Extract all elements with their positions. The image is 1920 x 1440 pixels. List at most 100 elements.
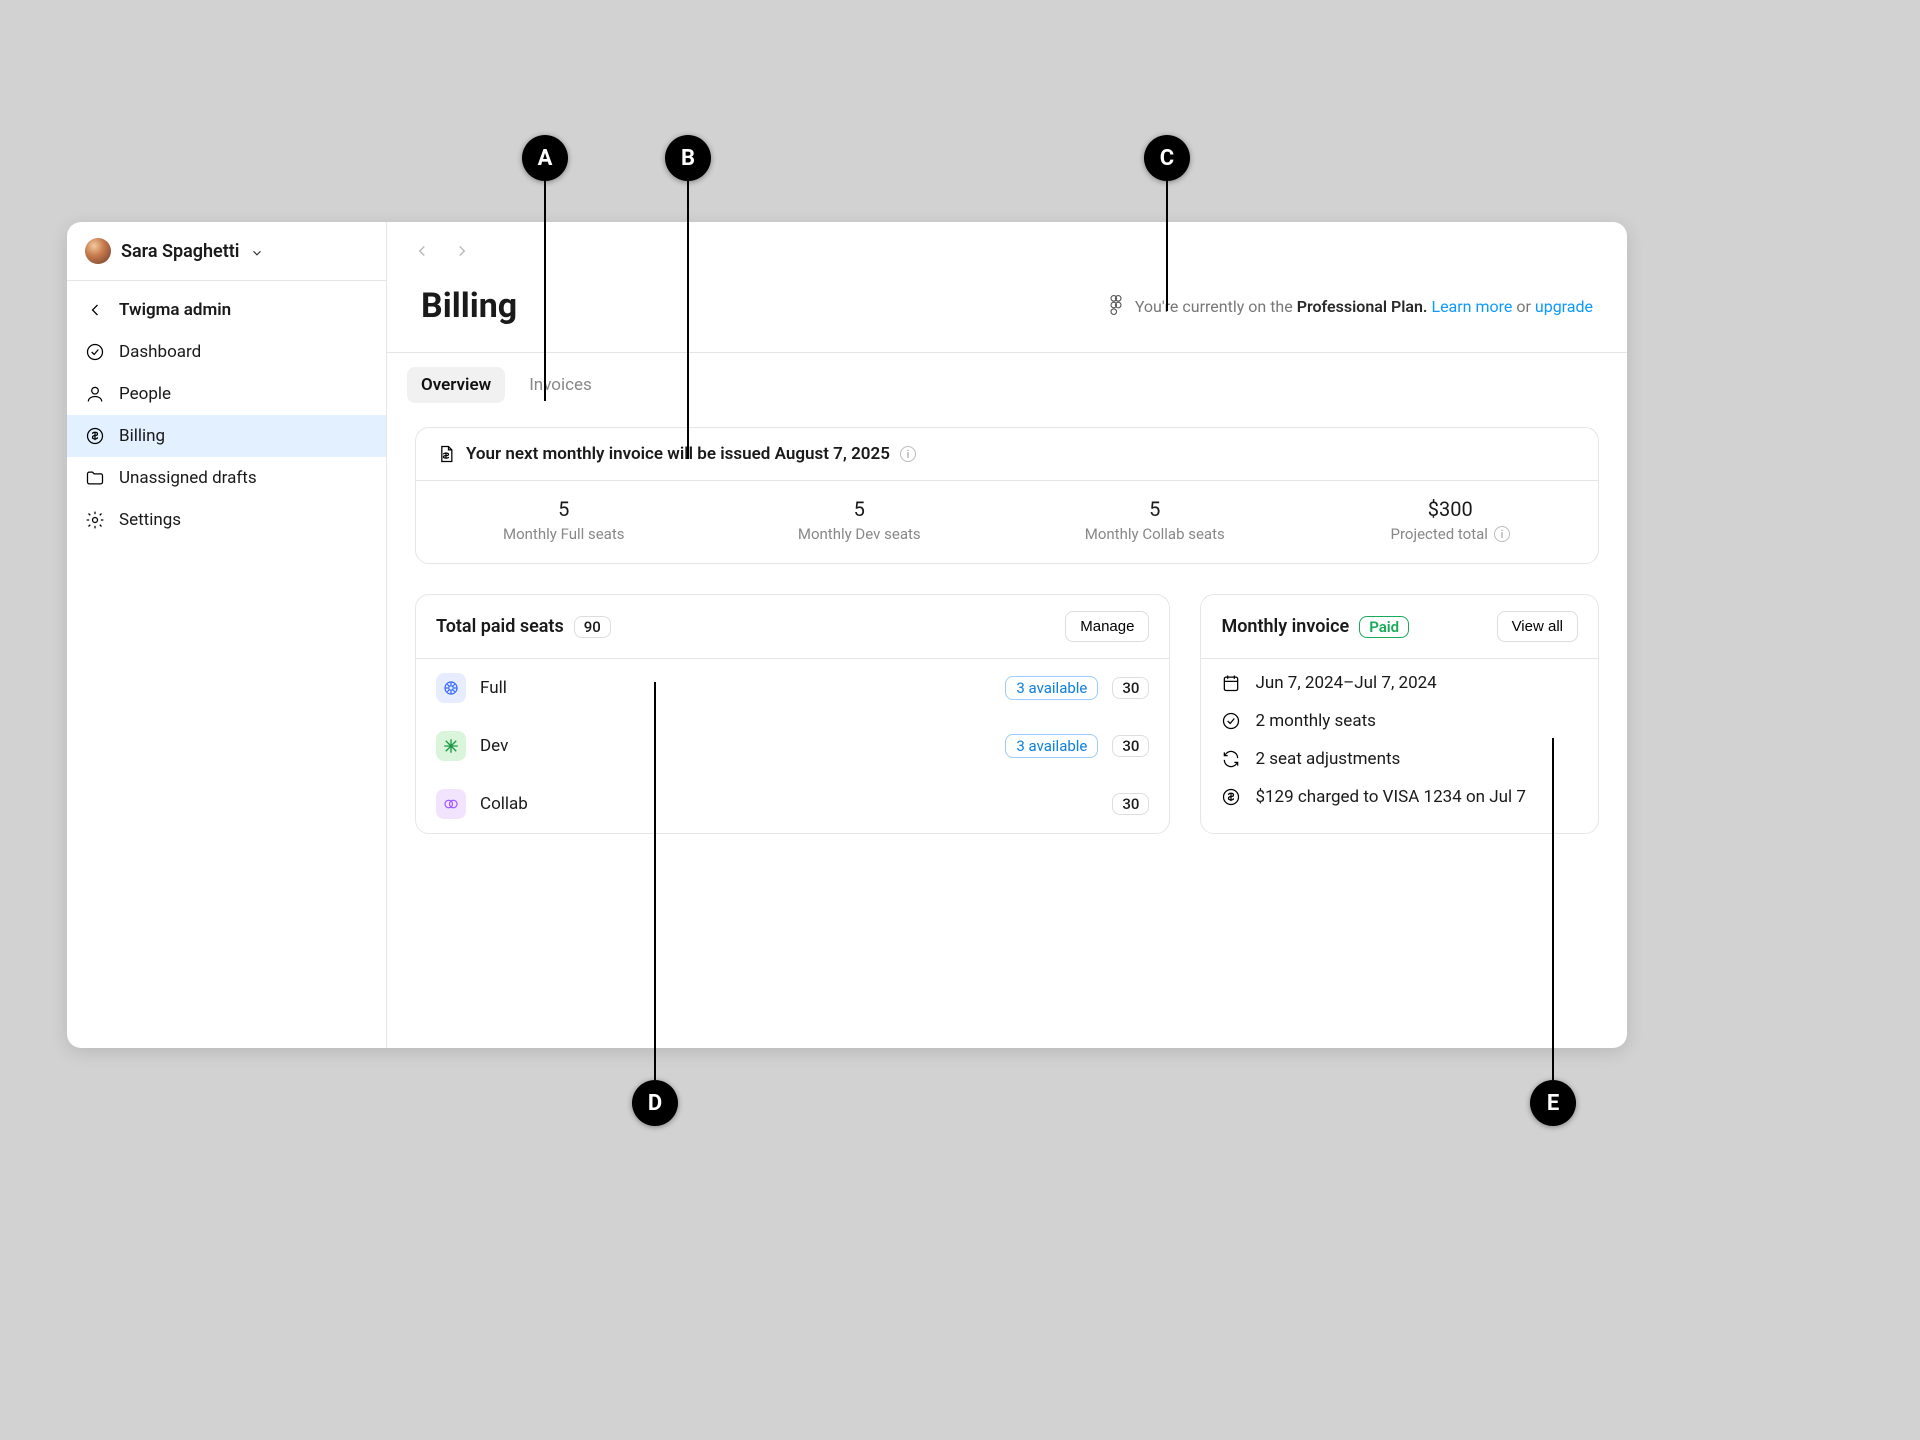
person-icon xyxy=(85,384,105,404)
seat-count: 30 xyxy=(1112,735,1149,757)
tab-overview[interactable]: Overview xyxy=(407,367,505,403)
seats-header: Total paid seats 90 Manage xyxy=(416,595,1169,659)
full-seat-icon xyxy=(436,673,466,703)
tab-invoices[interactable]: Invoices xyxy=(515,367,606,403)
callout-a-lead xyxy=(544,181,546,401)
stat-dev-seats: 5 Monthly Dev seats xyxy=(712,497,1008,543)
user-menu[interactable]: Sara Spaghetti xyxy=(67,222,386,281)
collab-seat-icon xyxy=(436,789,466,819)
invoice-line-text: $129 charged to VISA 1234 on Jul 7 xyxy=(1255,787,1525,807)
seats-total-badge: 90 xyxy=(574,616,611,638)
check-circle-icon xyxy=(1221,711,1241,731)
dev-seat-icon xyxy=(436,731,466,761)
sidebar-item-people[interactable]: People xyxy=(67,373,386,415)
sidebar-item-settings[interactable]: Settings xyxy=(67,499,386,541)
gear-icon xyxy=(85,510,105,530)
seats-card: Total paid seats 90 Manage Full 3 availa… xyxy=(415,594,1170,834)
check-circle-icon xyxy=(85,342,105,362)
seat-row-full: Full 3 available 30 xyxy=(416,659,1169,717)
callout-c-lead xyxy=(1166,181,1168,311)
available-badge: 3 available xyxy=(1005,676,1098,700)
sidebar-item-label: Unassigned drafts xyxy=(119,468,257,488)
page-header: Billing You're currently on the Professi… xyxy=(387,266,1627,352)
seat-name: Full xyxy=(480,678,991,698)
plan-or: or xyxy=(1512,297,1534,316)
main-content: Billing You're currently on the Professi… xyxy=(387,222,1627,1048)
invoice-file-icon xyxy=(436,444,456,464)
avatar xyxy=(85,238,111,264)
nav-back[interactable]: Twigma admin xyxy=(67,289,386,331)
callout-d: D xyxy=(632,1080,678,1126)
stat-label: Monthly Dev seats xyxy=(712,525,1008,543)
seat-name: Collab xyxy=(480,794,1098,814)
seat-row-collab: Collab 30 xyxy=(416,775,1169,833)
invoice-title: Monthly invoice xyxy=(1221,616,1349,637)
sidebar-item-label: Dashboard xyxy=(119,342,201,362)
manage-button[interactable]: Manage xyxy=(1065,611,1149,642)
stat-collab-seats: 5 Monthly Collab seats xyxy=(1007,497,1303,543)
invoice-line-text: Jun 7, 2024–Jul 7, 2024 xyxy=(1255,673,1436,693)
invoice-line-adjustments: 2 seat adjustments xyxy=(1221,749,1578,769)
invoice-line-text: 2 seat adjustments xyxy=(1255,749,1400,769)
stat-label-text: Projected total xyxy=(1391,525,1488,543)
stat-value: 5 xyxy=(416,497,712,521)
plan-note-text: You're currently on the Professional Pla… xyxy=(1135,297,1593,316)
callout-a: A xyxy=(522,135,568,181)
next-invoice-stats: 5 Monthly Full seats 5 Monthly Dev seats… xyxy=(416,481,1598,563)
paid-badge: Paid xyxy=(1359,616,1409,638)
next-invoice-card: Your next monthly invoice will be issued… xyxy=(415,427,1599,564)
stat-label: Projected total i xyxy=(1303,525,1599,543)
stat-label: Monthly Collab seats xyxy=(1007,525,1303,543)
sidebar-item-label: People xyxy=(119,384,171,404)
sidebar-item-label: Billing xyxy=(119,426,165,446)
figma-icon xyxy=(1109,295,1125,317)
cards-row: Total paid seats 90 Manage Full 3 availa… xyxy=(415,594,1599,834)
callout-b-lead xyxy=(687,181,689,459)
sidebar-item-dashboard[interactable]: Dashboard xyxy=(67,331,386,373)
calendar-icon xyxy=(1221,673,1241,693)
seats-title: Total paid seats xyxy=(436,616,564,637)
tabs: Overview Invoices xyxy=(387,352,1627,403)
sidebar-nav: Twigma admin Dashboard People Billing xyxy=(67,281,386,541)
folder-icon xyxy=(85,468,105,488)
invoice-line-charge: $129 charged to VISA 1234 on Jul 7 xyxy=(1221,787,1578,807)
upgrade-link[interactable]: upgrade xyxy=(1535,297,1593,316)
nav-back-label: Twigma admin xyxy=(119,300,231,320)
sidebar-item-label: Settings xyxy=(119,510,181,530)
info-icon[interactable]: i xyxy=(900,446,916,462)
stat-label: Monthly Full seats xyxy=(416,525,712,543)
callout-e-lead xyxy=(1552,738,1554,1080)
invoice-line-text: 2 monthly seats xyxy=(1255,711,1375,731)
stat-value: $300 xyxy=(1303,497,1599,521)
stat-value: 5 xyxy=(1007,497,1303,521)
sidebar-item-billing[interactable]: Billing xyxy=(67,415,386,457)
invoice-header: Monthly invoice Paid View all xyxy=(1201,595,1598,659)
seat-row-dev: Dev 3 available 30 xyxy=(416,717,1169,775)
seat-name: Dev xyxy=(480,736,991,756)
callout-e: E xyxy=(1530,1080,1576,1126)
callout-b: B xyxy=(665,135,711,181)
refresh-icon xyxy=(1221,749,1241,769)
app-frame: Sara Spaghetti Twigma admin Dashboard xyxy=(67,222,1627,1048)
invoice-line-period: Jun 7, 2024–Jul 7, 2024 xyxy=(1221,673,1578,693)
callout-d-lead xyxy=(654,682,656,1080)
dollar-circle-icon xyxy=(1221,787,1241,807)
plan-name: Professional Plan. xyxy=(1297,297,1428,316)
callout-c: C xyxy=(1144,135,1190,181)
sidebar-item-drafts[interactable]: Unassigned drafts xyxy=(67,457,386,499)
chevron-down-icon xyxy=(250,244,264,258)
history-forward-button[interactable] xyxy=(447,236,477,266)
next-invoice-message: Your next monthly invoice will be issued… xyxy=(466,444,890,464)
history-back-button[interactable] xyxy=(407,236,437,266)
content: Your next monthly invoice will be issued… xyxy=(387,403,1627,858)
seat-count: 30 xyxy=(1112,677,1149,699)
stat-value: 5 xyxy=(712,497,1008,521)
user-name: Sara Spaghetti xyxy=(121,241,240,262)
plan-prefix: You're currently on the xyxy=(1135,297,1297,316)
history-nav xyxy=(387,222,1627,266)
learn-more-link[interactable]: Learn more xyxy=(1431,297,1512,316)
info-icon[interactable]: i xyxy=(1494,526,1510,542)
view-all-button[interactable]: View all xyxy=(1497,611,1578,642)
seats-list: Full 3 available 30 Dev 3 available 30 xyxy=(416,659,1169,833)
stat-full-seats: 5 Monthly Full seats xyxy=(416,497,712,543)
